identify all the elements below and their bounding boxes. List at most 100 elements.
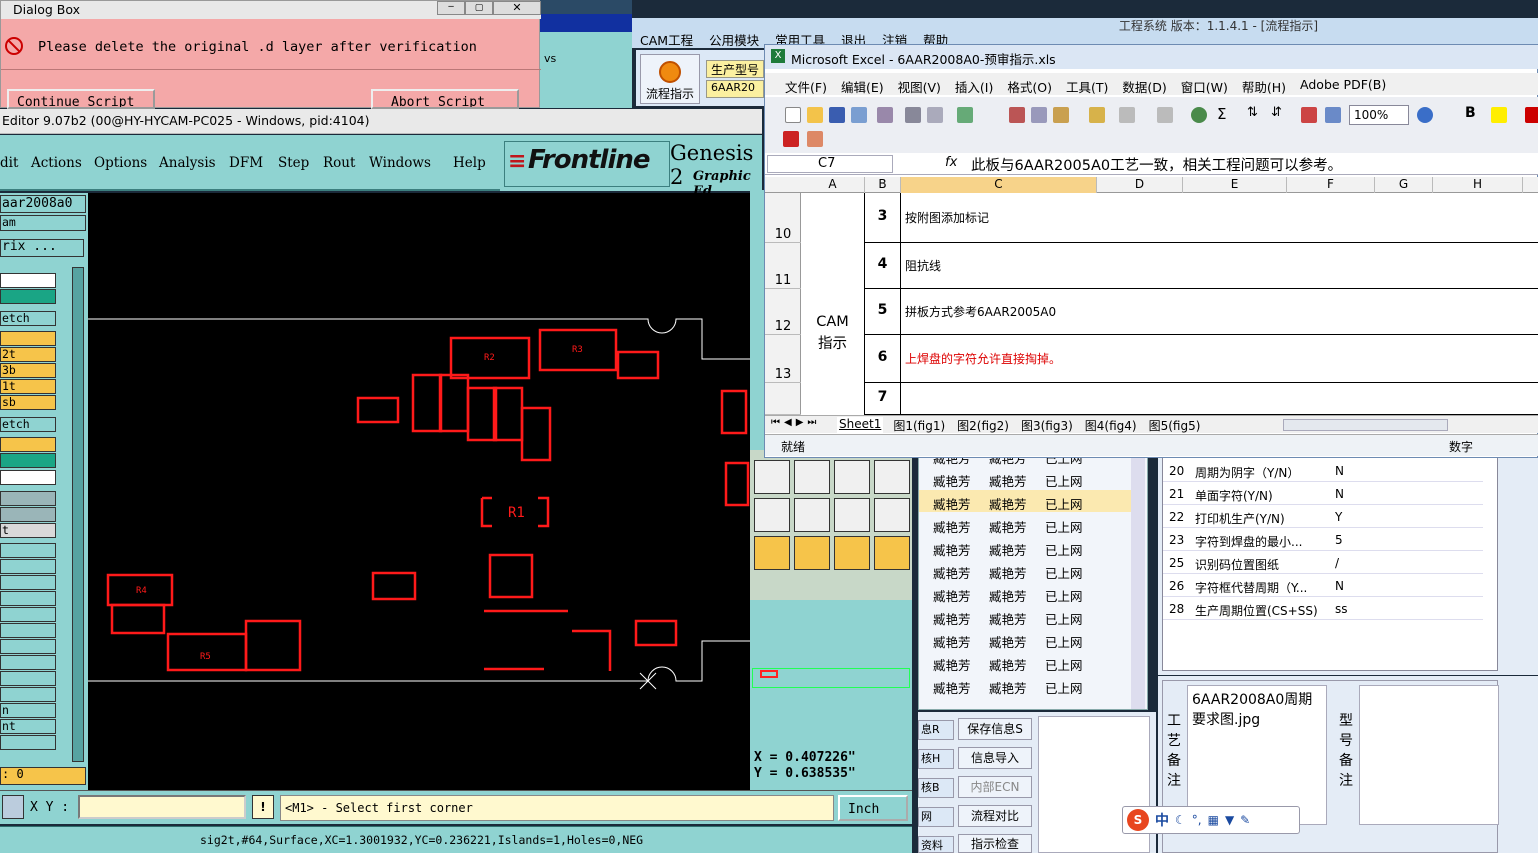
alert-icon[interactable]: ! xyxy=(252,795,274,819)
menu-analysis[interactable]: Analysis xyxy=(159,155,216,171)
excel-menu-item[interactable]: 帮助(H) xyxy=(1242,77,1286,96)
layer-row[interactable] xyxy=(0,453,56,468)
print-icon[interactable] xyxy=(905,107,921,123)
minimize-icon[interactable]: ‒ xyxy=(437,1,465,15)
paste-icon[interactable] xyxy=(1053,107,1069,123)
param-row[interactable]: 21 单面字符(Y/N) N xyxy=(1163,483,1483,505)
zoom-select[interactable]: 100% xyxy=(1349,105,1409,125)
layer-row[interactable] xyxy=(0,543,56,558)
cut-icon[interactable] xyxy=(1009,107,1025,123)
menu-edit[interactable]: dit xyxy=(0,155,18,171)
layer-row[interactable] xyxy=(0,639,56,654)
help-icon[interactable] xyxy=(1417,107,1433,123)
info-import-button[interactable]: 信息导入 xyxy=(958,747,1032,769)
list-item[interactable]: 臧艳芳 臧艳芳 已上网 xyxy=(919,513,1133,535)
email-icon[interactable] xyxy=(877,107,893,123)
cell-b[interactable]: 7 xyxy=(865,383,901,415)
menu-dfm[interactable]: DFM xyxy=(229,155,263,171)
flow-button[interactable]: 流程指示 xyxy=(640,54,700,104)
cell-b[interactable]: 4 xyxy=(865,243,901,289)
tab-nav-icons[interactable]: ⏮◀▶⏭ xyxy=(771,417,820,428)
bold-icon[interactable]: B xyxy=(1465,105,1476,121)
column-header[interactable]: G xyxy=(1375,177,1433,193)
model-note-text[interactable] xyxy=(1359,685,1499,825)
tool-triangle3-icon[interactable] xyxy=(834,498,870,532)
layer-row[interactable] xyxy=(0,607,56,622)
tool-line-icon[interactable] xyxy=(794,460,830,494)
layer-row[interactable] xyxy=(0,591,56,606)
pcb-canvas[interactable]: R2 R3 R1 R5 R4 xyxy=(88,193,752,790)
sheet-tab[interactable]: 图5(fig5) xyxy=(1147,417,1203,434)
menu-rout[interactable]: Rout xyxy=(323,155,355,171)
param-row[interactable]: 23 字符到焊盘的最小... 5 xyxy=(1163,529,1483,551)
layer-row[interactable] xyxy=(0,575,56,590)
button[interactable]: 网 xyxy=(918,807,954,827)
layer-row[interactable] xyxy=(0,289,56,304)
excel-menu-item[interactable]: 插入(I) xyxy=(955,77,993,96)
open-icon[interactable] xyxy=(807,107,823,123)
preview-icon[interactable] xyxy=(927,107,943,123)
tool-measure-icon[interactable] xyxy=(834,460,870,494)
layer-row[interactable] xyxy=(0,735,56,750)
column-header[interactable]: F xyxy=(1287,177,1375,193)
column-header[interactable]: A xyxy=(801,177,865,193)
tool-route-icon[interactable] xyxy=(874,536,910,570)
merged-cam-cell[interactable]: CAM指示 xyxy=(813,311,853,355)
menu-help[interactable]: Help xyxy=(453,155,486,171)
permission-icon[interactable] xyxy=(851,107,867,123)
layer-row[interactable]: etch xyxy=(0,417,56,432)
sort-asc-icon[interactable]: ⇅ xyxy=(1247,105,1258,120)
tool-triangle-icon[interactable] xyxy=(754,498,790,532)
function-icon[interactable]: fx xyxy=(945,155,957,170)
sheet-tab[interactable]: 图2(fig2) xyxy=(955,417,1011,434)
format-painter-icon[interactable] xyxy=(1089,107,1105,123)
param-row[interactable]: 26 字符框代替周期（Y... N xyxy=(1163,575,1483,597)
excel-menu-item[interactable]: 格式(O) xyxy=(1007,77,1052,96)
row-header[interactable]: 10 xyxy=(765,193,801,243)
layer-row[interactable]: nt xyxy=(0,719,56,734)
layer-row[interactable]: n xyxy=(0,703,56,718)
list-item[interactable]: 臧艳芳 臧艳芳 已上网 xyxy=(919,651,1133,673)
process-note-text[interactable]: 6AAR2008A0周期要求图.jpg xyxy=(1187,685,1327,825)
ime-toolbar[interactable]: S 中 ☾ °, ▦ ▼ ✎ xyxy=(1122,806,1300,834)
menu-step[interactable]: Step xyxy=(278,155,309,171)
excel-menu-item[interactable]: 窗口(W) xyxy=(1181,77,1228,96)
layer-row[interactable]: sb xyxy=(0,395,56,410)
excel-menu-item[interactable]: Adobe PDF(B) xyxy=(1300,77,1386,96)
chart-wizard-icon[interactable] xyxy=(1301,107,1317,123)
column-header[interactable]: B xyxy=(865,177,901,193)
layer-row[interactable] xyxy=(0,623,56,638)
redo-icon[interactable] xyxy=(1157,107,1173,123)
param-row[interactable]: 20 周期为阴字（Y/N） N xyxy=(1163,460,1483,482)
layer-row[interactable] xyxy=(0,437,56,452)
list-item[interactable]: 臧艳芳 臧艳芳 已上网 xyxy=(919,490,1133,512)
layer-row[interactable] xyxy=(0,273,56,288)
excel-menu-item[interactable]: 编辑(E) xyxy=(841,77,884,96)
layer-row[interactable] xyxy=(0,507,56,522)
layer-row[interactable] xyxy=(0,559,56,574)
layer-row[interactable]: 3b xyxy=(0,363,56,378)
excel-menu-item[interactable]: 文件(F) xyxy=(785,77,827,96)
tool-triangle4-icon[interactable] xyxy=(874,498,910,532)
excel-menu-item[interactable]: 视图(V) xyxy=(898,77,941,96)
param-row[interactable]: 28 生产周期位置(CS+SS) ss xyxy=(1163,598,1483,620)
param-row[interactable]: 25 识别码位置图纸 / xyxy=(1163,552,1483,574)
sheet-tab[interactable]: 图3(fig3) xyxy=(1019,417,1075,434)
list-item[interactable]: 臧艳芳 臧艳芳 已上网 xyxy=(919,582,1133,604)
layer-row[interactable] xyxy=(0,491,56,506)
sort-desc-icon[interactable]: ⇵ xyxy=(1271,105,1282,120)
copy-icon[interactable] xyxy=(1031,107,1047,123)
spelling-icon[interactable] xyxy=(957,107,973,123)
column-header[interactable]: D xyxy=(1097,177,1183,193)
cell-c[interactable]: 按附图添加标记 xyxy=(901,193,1538,243)
tool-triangle2-icon[interactable] xyxy=(794,498,830,532)
cell-c[interactable] xyxy=(901,383,1538,415)
menu-options[interactable]: Options xyxy=(94,155,147,171)
layer-row[interactable]: t xyxy=(0,523,56,538)
pdf-icon[interactable] xyxy=(783,131,799,147)
new-icon[interactable] xyxy=(785,107,801,123)
column-header[interactable]: H xyxy=(1433,177,1523,193)
list-item[interactable]: 臧艳芳 臧艳芳 已上网 xyxy=(919,467,1133,489)
layer-row[interactable]: etch xyxy=(0,311,56,326)
layer-row[interactable] xyxy=(0,331,56,346)
